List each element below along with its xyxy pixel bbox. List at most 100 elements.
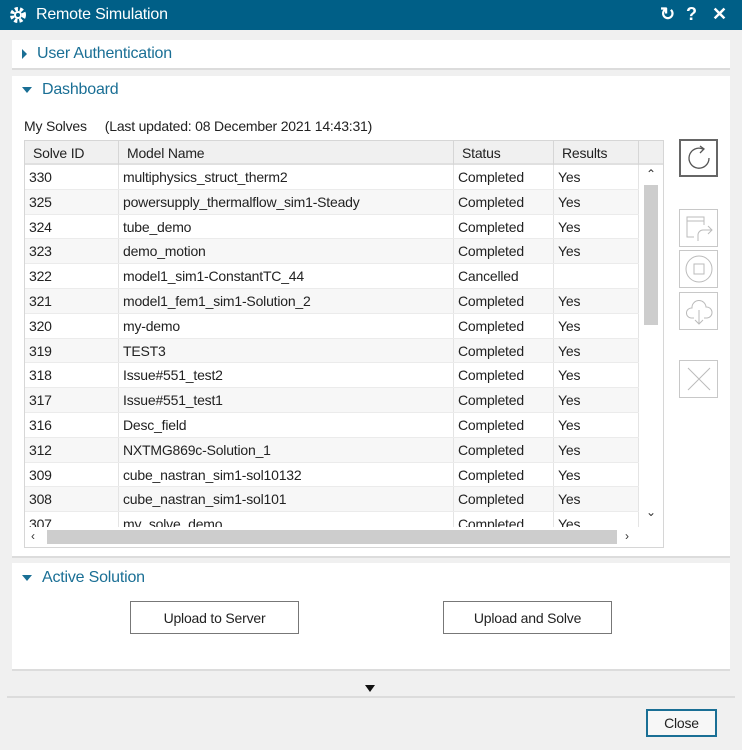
stop-icon <box>685 255 712 283</box>
cell-model-name: TEST3 <box>119 338 454 363</box>
cell-model-name: multiphysics_struct_therm2 <box>119 165 454 189</box>
reset-icon[interactable]: ↻ <box>660 4 675 25</box>
cell-model-name: my-demo <box>119 313 454 338</box>
my-solves-title: My Solves <box>24 118 87 134</box>
cell-solve-id: 317 <box>25 388 119 412</box>
cell-model-name: model1_sim1-ConstantTC_44 <box>119 264 454 288</box>
cell-results: Yes <box>554 512 639 527</box>
table-row[interactable]: 309 cube_nastran_sim1-sol10132 Completed Ye… <box>25 462 639 488</box>
horizontal-scrollbar[interactable]: ‹ › <box>25 527 639 547</box>
cell-model-name: cube_nastran_sim1-sol10132 <box>119 462 454 487</box>
help-icon[interactable]: ? <box>686 4 697 25</box>
column-header-status[interactable]: Status <box>454 141 554 165</box>
active-solution-panel: Active Solution <box>12 563 730 671</box>
cell-status: Completed <box>454 313 554 338</box>
open-results-button[interactable] <box>679 209 718 247</box>
cell-model-name: model1_fem1_sim1-Solution_2 <box>119 288 454 313</box>
collapse-icon <box>22 575 32 581</box>
cell-solve-id: 320 <box>25 313 119 338</box>
table-row[interactable]: 330 multiphysics_struct_therm2 Completed Ye… <box>25 165 639 190</box>
close-icon[interactable]: ✕ <box>712 4 727 25</box>
upload-and-solve-button[interactable]: Upload and Solve <box>443 601 612 634</box>
cell-solve-id: 325 <box>25 189 119 214</box>
my-solves-label: My Solves (Last updated: 08 December 2021… <box>24 118 390 134</box>
expand-icon <box>22 49 27 59</box>
table-row[interactable]: 319 TEST3 Completed Yes <box>25 338 639 364</box>
cell-model-name: cube_nastran_sim1-sol101 <box>119 487 454 512</box>
cell-solve-id: 324 <box>25 214 119 239</box>
cell-model-name: tube_demo <box>119 214 454 239</box>
cell-model-name: my_solve_demo <box>119 512 454 527</box>
user-authentication-header[interactable]: User Authentication <box>22 45 172 63</box>
cell-solve-id: 312 <box>25 437 119 462</box>
scroll-up-icon[interactable]: ⌃ <box>646 167 656 181</box>
table-row[interactable]: 325 powersupply_thermalflow_sim1-Steady Co… <box>25 189 639 215</box>
table-body: 330 multiphysics_struct_therm2 Completed Ye… <box>25 165 639 527</box>
cell-results: Yes <box>554 165 639 189</box>
table-row[interactable]: 324 tube_demo Completed Yes <box>25 214 639 240</box>
column-header-solve-id[interactable]: Solve ID <box>25 141 119 165</box>
cell-status: Completed <box>454 412 554 437</box>
table-header: Solve ID Model Name Status Results <box>25 141 663 165</box>
active-solution-header[interactable]: Active Solution <box>22 569 145 587</box>
upload-to-server-button[interactable]: Upload to Server <box>130 601 299 634</box>
cell-model-name: Desc_field <box>119 412 454 437</box>
cell-solve-id: 322 <box>25 264 119 288</box>
cell-solve-id: 321 <box>25 288 119 313</box>
cell-status: Completed <box>454 189 554 214</box>
table-row[interactable]: 312 NXTMG869c-Solution_1 Completed Yes <box>25 437 639 463</box>
cell-status: Completed <box>454 363 554 388</box>
open-window-icon <box>686 216 713 241</box>
vertical-scrollbar[interactable]: ⌃ ⌄ <box>639 165 663 527</box>
table-row[interactable]: 320 my-demo Completed Yes <box>25 313 639 339</box>
cell-solve-id: 308 <box>25 487 119 512</box>
cell-model-name: Issue#551_test1 <box>119 388 454 412</box>
download-button[interactable] <box>679 292 718 330</box>
divider <box>7 696 735 698</box>
table-row[interactable]: 322 model1_sim1-ConstantTC_44 Cancelled <box>25 264 639 289</box>
table-row[interactable]: 323 demo_motion Completed Yes <box>25 239 639 265</box>
table-row[interactable]: 321 model1_fem1_sim1-Solution_2 Completed Y… <box>25 288 639 314</box>
cell-solve-id: 323 <box>25 239 119 264</box>
table-row[interactable]: 316 Desc_field Completed Yes <box>25 412 639 438</box>
cell-results: Yes <box>554 412 639 437</box>
table-row[interactable]: 317 Issue#551_test1 Completed Yes <box>25 388 639 413</box>
expand-more-icon[interactable] <box>365 685 375 692</box>
column-header-results[interactable]: Results <box>554 141 639 165</box>
scroll-right-icon[interactable]: › <box>625 529 629 543</box>
cell-status: Completed <box>454 512 554 527</box>
cell-solve-id: 309 <box>25 462 119 487</box>
table-row[interactable]: 318 Issue#551_test2 Completed Yes <box>25 363 639 389</box>
cell-model-name: powersupply_thermalflow_sim1-Steady <box>119 189 454 214</box>
scroll-down-icon[interactable]: ⌄ <box>646 505 656 519</box>
cell-results: Yes <box>554 313 639 338</box>
cell-results: Yes <box>554 487 639 512</box>
window-title: Remote Simulation <box>36 6 168 23</box>
refresh-icon <box>687 145 710 169</box>
cell-status: Completed <box>454 487 554 512</box>
gear-icon <box>10 7 26 23</box>
cell-status: Completed <box>454 437 554 462</box>
close-button[interactable]: Close <box>646 709 717 737</box>
refresh-button[interactable] <box>679 139 718 177</box>
column-header-model-name[interactable]: Model Name <box>119 141 454 165</box>
cell-solve-id: 318 <box>25 363 119 388</box>
stop-button[interactable] <box>679 250 718 288</box>
cell-status: Completed <box>454 288 554 313</box>
scroll-left-icon[interactable]: ‹ <box>31 529 35 543</box>
cloud-download-icon <box>685 300 713 325</box>
section-title: User Authentication <box>37 45 172 62</box>
cell-status: Completed <box>454 165 554 189</box>
table-row[interactable]: 307 my_solve_demo Completed Yes <box>25 512 639 527</box>
table-row[interactable]: 308 cube_nastran_sim1-sol101 Completed Yes <box>25 487 639 513</box>
cell-model-name: Issue#551_test2 <box>119 363 454 388</box>
horizontal-scroll-thumb[interactable] <box>47 530 617 544</box>
cell-status: Completed <box>454 239 554 264</box>
vertical-scroll-thumb[interactable] <box>644 185 658 325</box>
cell-solve-id: 319 <box>25 338 119 363</box>
delete-button[interactable] <box>679 360 718 398</box>
cell-solve-id: 307 <box>25 512 119 527</box>
dashboard-header[interactable]: Dashboard <box>22 81 119 99</box>
cell-results: Yes <box>554 363 639 388</box>
collapse-icon <box>22 87 32 93</box>
